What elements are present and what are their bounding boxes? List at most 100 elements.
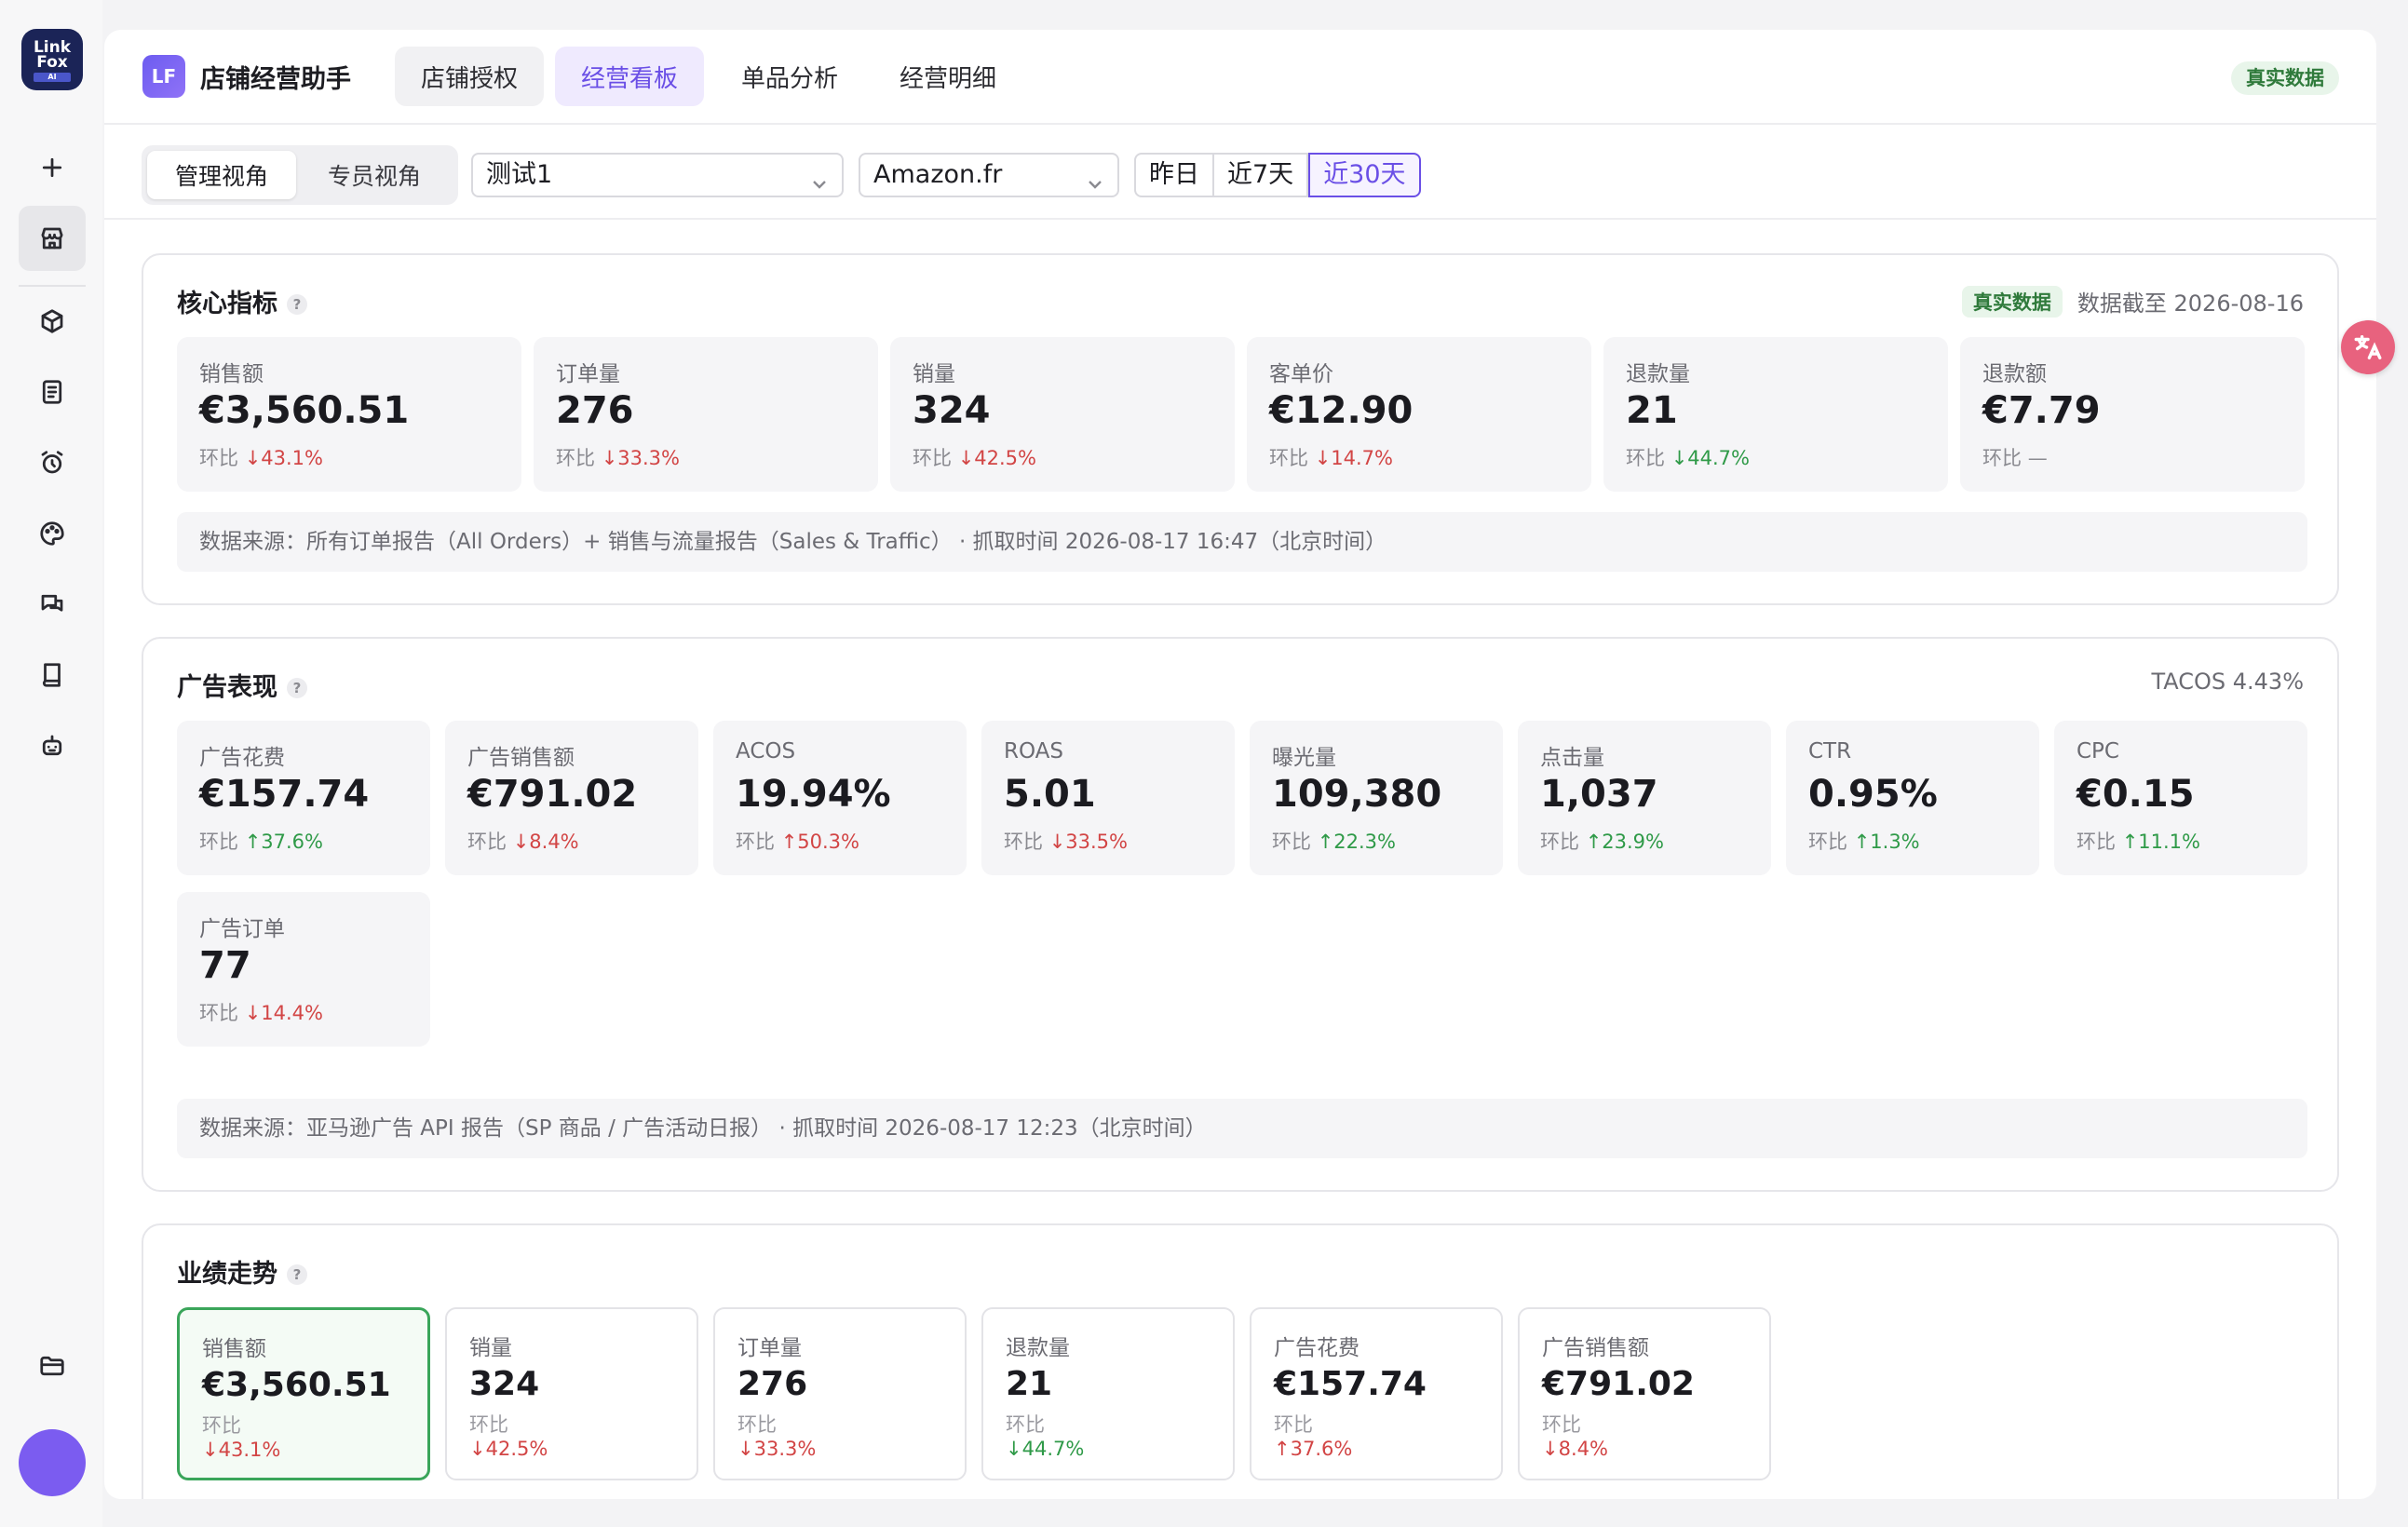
- store-select-value: 测试1: [486, 160, 553, 189]
- metric-value: €12.90: [1269, 389, 1414, 432]
- tab-store-auth[interactable]: 店铺授权: [395, 47, 544, 106]
- real-data-badge: 真实数据: [1961, 285, 2063, 318]
- change-value: ↓8.4%: [512, 831, 579, 853]
- change-prefix: 环比: [1272, 831, 1311, 853]
- trend-label: 销量: [469, 1336, 512, 1360]
- store-button[interactable]: [19, 206, 86, 271]
- performance-trend-card: 业绩走势? 销售额 €3,560.51 环比 ↓43.1% 销量 324 环比 ↓42.5% 订…: [142, 1223, 2339, 1499]
- app-logo: LF: [142, 55, 185, 98]
- change-value: ↓44.7%: [1671, 447, 1750, 469]
- trend-change-prefix: 环比: [737, 1413, 777, 1436]
- new-button[interactable]: [19, 135, 86, 200]
- metric-value: €3,560.51: [199, 389, 410, 432]
- trend-metric-tab[interactable]: 退款量 21 环比 ↓44.7%: [981, 1307, 1235, 1480]
- metric-label: CTR: [1808, 739, 1852, 764]
- tab-dashboard[interactable]: 经营看板: [555, 47, 704, 106]
- metric-change: 环比 ↑11.1%: [2077, 827, 2200, 855]
- ad-metric-card: 广告花费 €157.74 环比 ↑37.6%: [177, 721, 430, 875]
- ad-metric-card: CTR 0.95% 环比 ↑1.3%: [1786, 721, 2039, 875]
- book-icon: [42, 663, 61, 687]
- change-prefix: 环比: [199, 447, 238, 469]
- data-date: 数据截至 2026-08-16: [2077, 291, 2304, 317]
- document-button[interactable]: [19, 359, 86, 425]
- logo-ai: AI: [34, 73, 71, 82]
- core-metric-card: 退款额 €7.79 环比 —: [1960, 337, 2305, 492]
- metric-value: 109,380: [1272, 773, 1442, 816]
- trend-metric-tab[interactable]: 订单量 276 环比 ↓33.3%: [713, 1307, 967, 1480]
- chat-button[interactable]: [19, 572, 86, 637]
- trend-change-prefix: 环比: [1006, 1413, 1045, 1436]
- rail-divider: [19, 285, 86, 287]
- folder-button[interactable]: [19, 1333, 86, 1399]
- change-prefix: 环比: [199, 1002, 238, 1024]
- real-data-badge: 真实数据: [2231, 61, 2339, 95]
- help-icon[interactable]: ?: [287, 678, 307, 698]
- tab-product-analysis[interactable]: 单品分析: [715, 47, 864, 106]
- change-prefix: 环比: [556, 447, 595, 469]
- left-rail: Link Fox AI: [0, 0, 102, 1527]
- ad-metric-card: CPC €0.15 环比 ↑11.1%: [2054, 721, 2307, 875]
- metric-value: 21: [1626, 389, 1678, 432]
- trend-change-prefix: 环比: [1542, 1413, 1581, 1436]
- user-avatar[interactable]: [19, 1429, 86, 1496]
- change-prefix: 环比: [1269, 447, 1308, 469]
- product-button[interactable]: [19, 289, 86, 354]
- alarm-icon: [41, 451, 63, 474]
- trend-label: 退款量: [1006, 1336, 1070, 1360]
- change-prefix: 环比: [736, 831, 775, 853]
- chat-icon: [41, 594, 63, 612]
- change-prefix: 环比: [467, 831, 507, 853]
- app-header: LF 店铺经营助手 店铺授权 经营看板 单品分析 经营明细 真实数据: [104, 30, 2376, 123]
- change-value: ↑23.9%: [1585, 831, 1664, 853]
- trend-change: ↓42.5%: [469, 1438, 548, 1460]
- view-specialist[interactable]: 专员视角: [300, 151, 449, 199]
- trend-metric-tab[interactable]: 销售额 €3,560.51 环比 ↓43.1%: [177, 1307, 430, 1480]
- metric-change: 环比 ↑23.9%: [1540, 827, 1664, 855]
- trend-metric-tab[interactable]: 销量 324 环比 ↓42.5%: [445, 1307, 698, 1480]
- tab-details[interactable]: 经营明细: [873, 47, 1022, 106]
- range-30-days[interactable]: 近30天: [1308, 153, 1421, 197]
- performance-trend-title-text: 业绩走势: [177, 1260, 277, 1289]
- translate-button[interactable]: [2341, 320, 2395, 374]
- view-manager[interactable]: 管理视角: [147, 151, 296, 199]
- metric-label: 销量: [913, 362, 955, 386]
- change-value: ↑1.3%: [1853, 831, 1920, 853]
- change-value: ↓14.4%: [244, 1002, 323, 1024]
- range-yesterday[interactable]: 昨日: [1134, 153, 1214, 197]
- core-metric-card: 客单价 €12.90 环比 ↓14.7%: [1247, 337, 1591, 492]
- change-value: ↑50.3%: [780, 831, 859, 853]
- core-metric-card: 销量 324 环比 ↓42.5%: [890, 337, 1235, 492]
- trend-value: €791.02: [1542, 1365, 1695, 1403]
- metric-change: 环比 ↓33.3%: [556, 443, 680, 471]
- change-prefix: 环比: [1982, 447, 2022, 469]
- metric-label: 曝光量: [1272, 746, 1336, 770]
- range-7-days[interactable]: 近7天: [1214, 153, 1309, 197]
- help-icon[interactable]: ?: [287, 1264, 307, 1285]
- trend-change: ↓43.1%: [202, 1439, 281, 1461]
- app-title: 店铺经营助手: [200, 65, 351, 94]
- trend-change-prefix: 环比: [202, 1414, 241, 1437]
- metric-label: 广告花费: [199, 746, 285, 770]
- alarm-button[interactable]: [19, 430, 86, 495]
- help-icon[interactable]: ?: [287, 294, 307, 315]
- change-value: ↓33.3%: [601, 447, 680, 469]
- trend-metric-tab[interactable]: 广告销售额 €791.02 环比 ↓8.4%: [1518, 1307, 1771, 1480]
- trend-change-prefix: 环比: [1274, 1413, 1313, 1436]
- ad-metric-card: 广告订单 77 环比 ↓14.4%: [177, 892, 430, 1047]
- metric-label: 销售额: [199, 362, 264, 386]
- linkfox-logo[interactable]: Link Fox AI: [21, 29, 83, 90]
- change-value: ↓42.5%: [957, 447, 1036, 469]
- performance-trend-title: 业绩走势?: [177, 1253, 307, 1290]
- metric-value: €157.74: [199, 773, 370, 816]
- robot-button[interactable]: [19, 713, 86, 778]
- trend-metric-tab[interactable]: 广告花费 €157.74 环比 ↑37.6%: [1250, 1307, 1503, 1480]
- store-select[interactable]: 测试1: [471, 153, 844, 197]
- ad-metric-card: 曝光量 109,380 环比 ↑22.3%: [1250, 721, 1503, 875]
- ad-performance-card: 广告表现? TACOS 4.43% 广告花费 €157.74 环比 ↑37.6% 广告…: [142, 637, 2339, 1192]
- marketplace-select[interactable]: Amazon.fr: [859, 153, 1119, 197]
- metric-value: 1,037: [1540, 773, 1658, 816]
- core-metric-card: 销售额 €3,560.51 环比 ↓43.1%: [177, 337, 521, 492]
- trend-value: 21: [1006, 1365, 1053, 1403]
- book-button[interactable]: [19, 642, 86, 708]
- palette-button[interactable]: [19, 501, 86, 566]
